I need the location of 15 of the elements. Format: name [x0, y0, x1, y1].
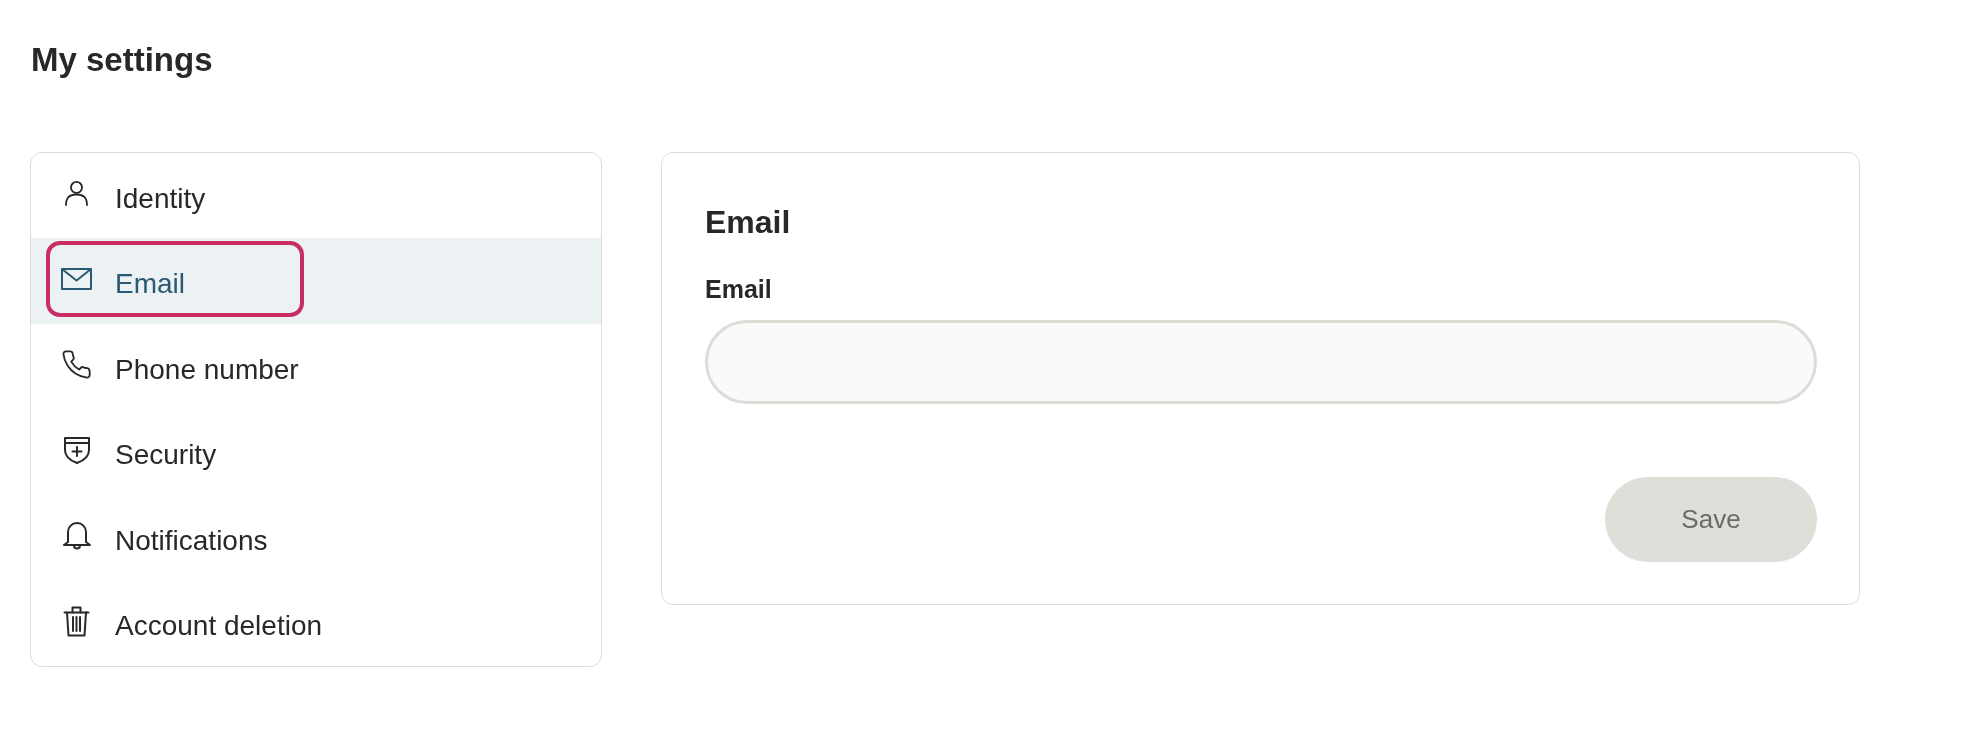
sidebar-item[interactable]: Account deletion	[31, 580, 601, 666]
trash-icon	[63, 605, 90, 637]
section-title: Email	[705, 202, 791, 241]
sidebar-item[interactable]: Notifications	[31, 494, 601, 581]
sidebar-item[interactable]: Email	[31, 238, 601, 324]
bell-icon	[61, 521, 92, 551]
field-label: Email	[705, 274, 772, 304]
phone-icon	[62, 350, 91, 380]
person-icon	[65, 181, 88, 207]
sidebar-item[interactable]: Security	[31, 409, 601, 495]
envelope-icon	[61, 268, 92, 291]
sidebar-item[interactable]: Phone number	[31, 323, 601, 410]
page-title: My settings	[31, 40, 213, 80]
shield-plus-icon	[62, 436, 91, 465]
sidebar-item[interactable]: Identity	[31, 152, 601, 239]
